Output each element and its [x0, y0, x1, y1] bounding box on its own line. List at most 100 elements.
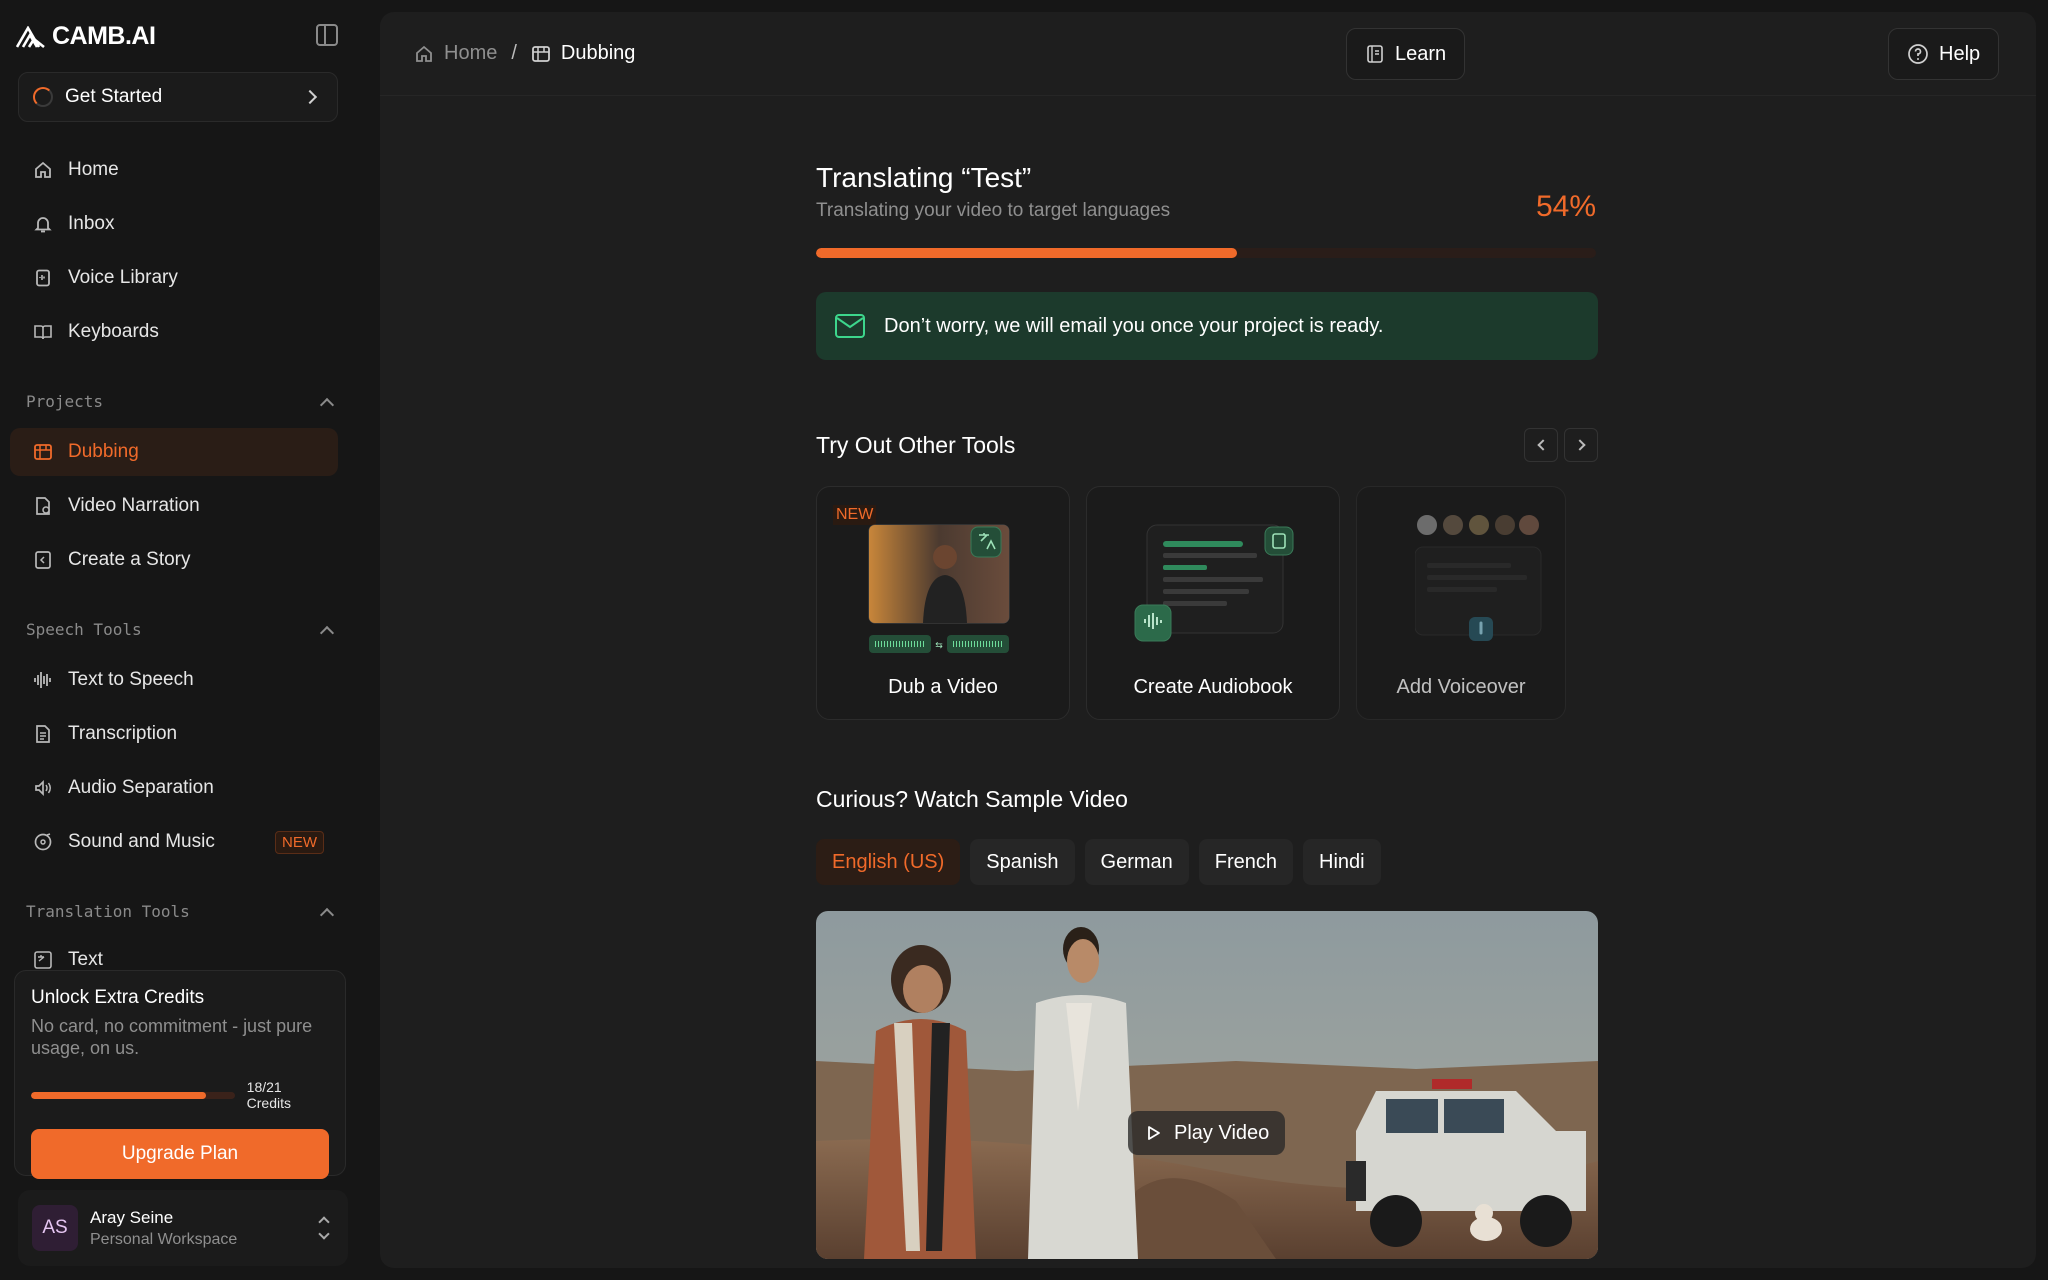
- book-open-icon: [1367, 45, 1383, 63]
- sidebar-item-dubbing[interactable]: Dubbing: [10, 428, 338, 476]
- logo-text: CAMB.AI: [52, 22, 156, 50]
- page-title: Translating “Test”: [816, 162, 1032, 193]
- dub-video-illustration: ⇆: [868, 524, 1010, 653]
- video-file-icon: [32, 495, 54, 517]
- sample-video-player[interactable]: Play Video: [816, 911, 1598, 1259]
- chevron-up-down-icon: [318, 1216, 330, 1240]
- sidebar-item-label: Audio Separation: [68, 777, 214, 798]
- tool-name: Create Audiobook: [1133, 676, 1293, 698]
- voice-library-icon: [32, 267, 54, 289]
- sidebar-item-transcription[interactable]: Transcription: [10, 710, 338, 758]
- section-title: Speech Tools: [26, 620, 142, 639]
- breadcrumb-current: Dubbing: [560, 42, 636, 64]
- sidebar-item-video-narration[interactable]: Video Narration: [10, 482, 338, 530]
- sidebar-item-create-story[interactable]: Create a Story: [10, 536, 338, 584]
- help-button[interactable]: Help: [1888, 28, 2000, 80]
- progress-percent: 54%: [1535, 190, 1596, 223]
- sidebar-item-voice-library[interactable]: Voice Library: [10, 254, 338, 302]
- svg-text:⇆: ⇆: [935, 641, 943, 651]
- audiobook-illustration: [1134, 524, 1294, 642]
- upgrade-plan-button[interactable]: Upgrade Plan: [31, 1129, 329, 1179]
- tools-carousel: NEW ⇆ Dub a Video Create Audiobook Add V…: [816, 486, 1598, 720]
- user-name: Aray Seine: [90, 1207, 174, 1227]
- lang-tab-spanish[interactable]: Spanish: [970, 839, 1075, 885]
- tool-name: Add Voiceover: [1396, 676, 1526, 698]
- credits-count: 18/21 Credits: [246, 1079, 292, 1111]
- credits-card: Unlock Extra Credits No card, no commitm…: [14, 970, 346, 1179]
- top-bar: Home / Dubbing Learn Help: [380, 12, 2036, 96]
- user-workspace: Personal Workspace: [90, 1230, 238, 1248]
- tool-card-dub-video[interactable]: NEW ⇆ Dub a Video: [816, 486, 1070, 720]
- email-notice-text: Don’t worry, we will email you once your…: [884, 314, 1384, 337]
- sidebar-item-inbox[interactable]: Inbox: [10, 200, 338, 248]
- language-tabs: English (US) Spanish German French Hindi: [816, 839, 1598, 885]
- section-title: Translation Tools: [26, 902, 190, 921]
- document-icon: [32, 723, 54, 745]
- voiceover-illustration: [1415, 513, 1542, 641]
- breadcrumb-separator: /: [511, 42, 517, 64]
- carousel-next-button[interactable]: [1564, 428, 1598, 462]
- lang-tab-hindi[interactable]: Hindi: [1303, 839, 1381, 885]
- home-icon: [416, 45, 432, 62]
- tools-section-title: Try Out Other Tools: [816, 431, 1016, 458]
- sidebar-item-label: Dubbing: [68, 441, 139, 462]
- play-video-button[interactable]: Play Video: [1128, 1111, 1286, 1155]
- section-header-projects[interactable]: Projects: [26, 392, 338, 412]
- translation-progress-fill: [816, 248, 1238, 258]
- new-badge: NEW: [275, 830, 324, 854]
- music-disc-icon: [32, 831, 54, 853]
- sidebar-item-label: Keyboards: [68, 321, 159, 342]
- workspace-switcher[interactable]: AS Aray Seine Personal Workspace: [18, 1190, 348, 1266]
- tool-name: Dub a Video: [888, 676, 998, 698]
- book-icon: [32, 321, 54, 343]
- avatar: AS: [32, 1205, 78, 1251]
- tool-card-add-voiceover[interactable]: Add Voiceover: [1356, 486, 1566, 720]
- sidebar-item-label: Create a Story: [68, 549, 191, 570]
- sidebar-item-label: Home: [68, 159, 119, 180]
- credits-progress-fill: [31, 1091, 206, 1099]
- section-title: Projects: [26, 392, 104, 411]
- section-header-speech-tools[interactable]: Speech Tools: [26, 620, 338, 640]
- sidebar-collapse-icon[interactable]: [316, 24, 338, 46]
- dubbing-icon: [532, 45, 550, 62]
- lang-tab-french[interactable]: French: [1198, 839, 1294, 885]
- sidebar-item-label: Sound and Music: [68, 831, 215, 852]
- play-video-label: Play Video: [1174, 1121, 1270, 1144]
- carousel-prev-button[interactable]: [1524, 428, 1558, 462]
- sidebar-item-label: Text to Speech: [68, 669, 194, 690]
- sidebar-item-text-to-speech[interactable]: Text to Speech: [10, 656, 338, 704]
- lang-tab-german[interactable]: German: [1084, 839, 1189, 885]
- learn-button[interactable]: Learn: [1346, 28, 1466, 80]
- breadcrumb-home[interactable]: Home: [444, 42, 497, 65]
- help-circle-icon: [1908, 44, 1928, 64]
- get-started-button[interactable]: Get Started: [18, 72, 338, 122]
- chevron-right-icon: [1573, 439, 1586, 451]
- chevron-up-icon: [319, 907, 335, 922]
- breadcrumb: Home / Dubbing: [414, 42, 635, 65]
- section-header-translation-tools[interactable]: Translation Tools: [26, 902, 338, 922]
- help-label: Help: [1939, 42, 1981, 65]
- speaker-icon: [32, 777, 54, 799]
- tool-card-create-audiobook[interactable]: Create Audiobook: [1086, 486, 1340, 720]
- sidebar-item-audio-separation[interactable]: Audio Separation: [10, 764, 338, 812]
- sidebar-item-keyboards[interactable]: Keyboards: [10, 308, 338, 356]
- logo[interactable]: CAMB.AI: [16, 22, 156, 51]
- play-icon: [1148, 1126, 1160, 1140]
- progress-ring-icon: [33, 87, 53, 107]
- credits-subtitle: No card, no commitment - just pure usage…: [31, 1016, 313, 1058]
- credits-title: Unlock Extra Credits: [31, 987, 205, 1008]
- sidebar-item-label: Voice Library: [68, 267, 178, 288]
- sidebar: CAMB.AI Get Started Home Inbox Voice Lib…: [0, 0, 360, 1280]
- main-panel: Home / Dubbing Learn Help Translating “T…: [380, 12, 2036, 1268]
- learn-label: Learn: [1395, 42, 1447, 65]
- sidebar-item-home[interactable]: Home: [10, 146, 338, 194]
- translation-status: Translating “Test” Translating your vide…: [816, 162, 1598, 1259]
- lang-tab-english[interactable]: English (US): [816, 839, 961, 885]
- sidebar-item-label: Inbox: [68, 213, 115, 234]
- get-started-label: Get Started: [65, 86, 163, 107]
- chevron-up-icon: [319, 397, 335, 412]
- chevron-right-icon: [302, 89, 318, 105]
- sidebar-item-sound-and-music[interactable]: Sound and Music NEW: [10, 818, 338, 866]
- translate-icon: [32, 949, 54, 971]
- bell-icon: [32, 213, 54, 235]
